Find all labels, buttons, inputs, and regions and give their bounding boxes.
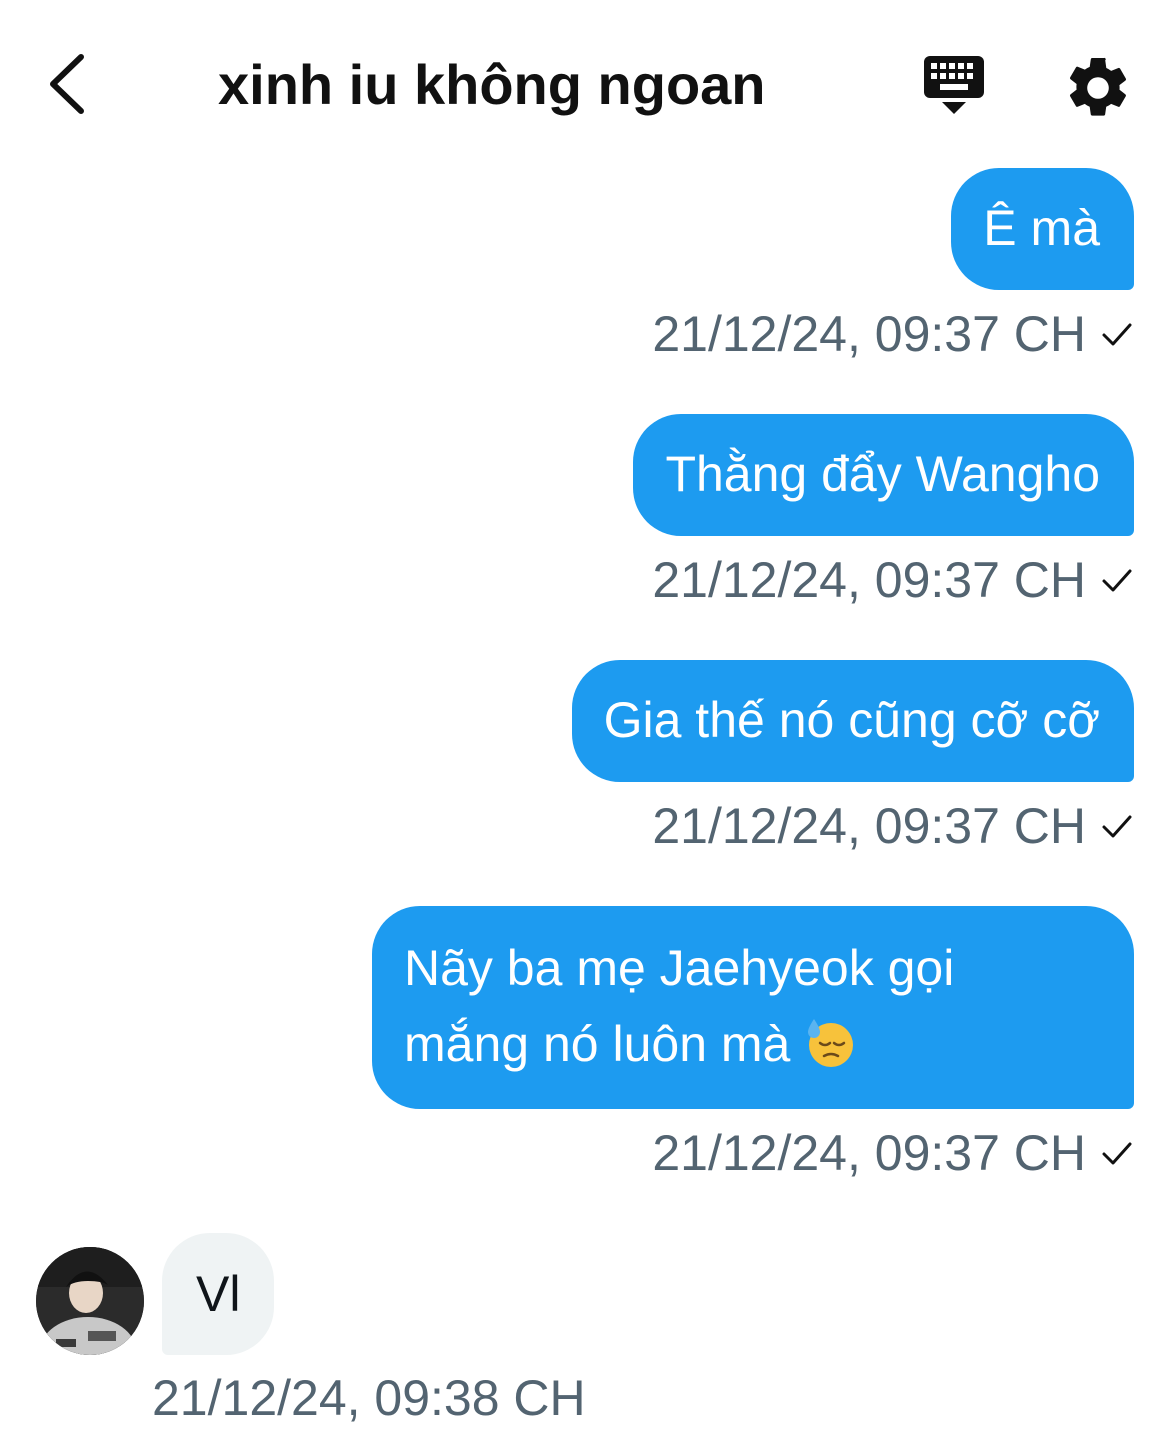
message-timestamp: 21/12/24, 09:37 CH [652,798,1086,854]
keyboard-toggle-button[interactable] [918,52,990,120]
sent-check-icon [1102,815,1132,838]
message-bubble-incoming[interactable]: Vl [162,1233,275,1355]
sent-check-icon [1102,323,1132,346]
contact-avatar[interactable] [36,1247,144,1355]
message-bubble-outgoing[interactable]: Ê mà [951,168,1134,290]
message-text: Ê mà [983,200,1100,256]
conversation-header: xinh iu không ngoan [0,0,1170,170]
message-timestamp: 21/12/24, 09:37 CH [652,1125,1086,1181]
message-meta: 21/12/24, 09:37 CH [652,304,1134,364]
message-bubble-outgoing[interactable]: Nãy ba mẹ Jaehyeok gọi mắng nó luôn mà [372,906,1134,1109]
sent-check-icon [1102,569,1132,592]
downcast-sweat-face-emoji [808,1019,854,1067]
keyboard-icon [924,56,984,114]
message-timestamp: 21/12/24, 09:37 CH [652,306,1086,362]
message-meta: 21/12/24, 09:37 CH [652,796,1134,856]
message-text: Thằng đẩy Wangho [665,446,1100,502]
back-button[interactable] [28,44,108,124]
message-text-line: Nãy ba mẹ Jaehyeok gọi [404,940,955,996]
message-timestamp-incoming: 21/12/24, 09:38 CH [152,1370,586,1426]
message-bubble-outgoing[interactable]: Gia thế nó cũng cỡ cỡ [571,660,1134,782]
avatar-photo [36,1247,144,1355]
message-text-line-with-emoji: mắng nó luôn mà [404,1006,1100,1082]
sent-check-icon [1102,1142,1132,1165]
message-timestamp: 21/12/24, 09:37 CH [652,552,1086,608]
message-meta: 21/12/24, 09:37 CH [652,550,1134,610]
gear-icon [1069,57,1127,116]
chevron-left-icon [50,54,84,114]
message-text: Gia thế nó cũng cỡ cỡ [603,692,1100,748]
message-bubble-outgoing[interactable]: Thằng đẩy Wangho [633,414,1134,536]
settings-button[interactable] [1062,52,1134,124]
conversation-title: xinh iu không ngoan [218,53,766,116]
message-text: Vl [196,1266,241,1322]
message-text: mắng nó luôn mà [404,1016,791,1072]
message-meta: 21/12/24, 09:37 CH [652,1123,1134,1183]
